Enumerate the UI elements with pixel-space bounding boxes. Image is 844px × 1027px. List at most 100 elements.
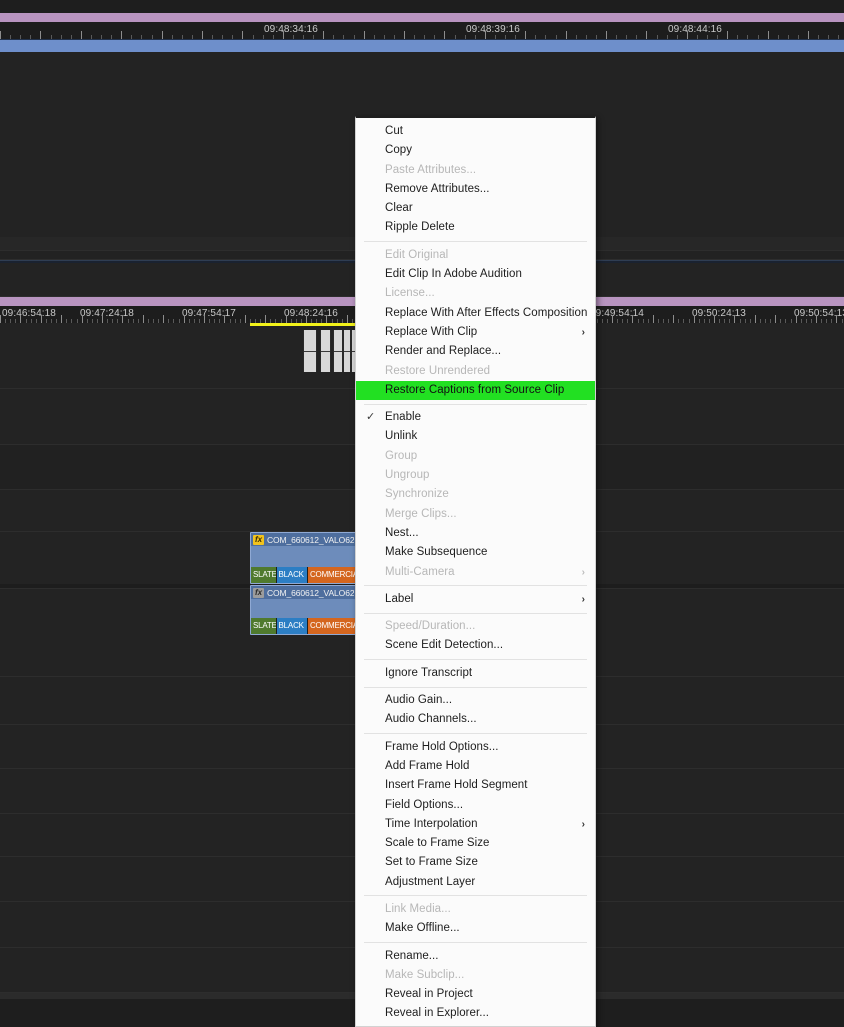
menu-item-label: Ripple Delete <box>385 221 455 234</box>
menu-item-audio-gain[interactable]: Audio Gain... <box>356 691 595 710</box>
menu-item-paste-attributes: Paste Attributes... <box>356 161 595 180</box>
menu-item-clear[interactable]: Clear <box>356 199 595 218</box>
caption-segment-black[interactable]: BLACK <box>276 567 308 583</box>
menu-item-label: Render and Replace... <box>385 345 502 358</box>
timeline-clip-video[interactable]: fx COM_660612_VALO62 SLATE BLACK COMMERC… <box>250 532 360 584</box>
clip-header: fx COM_660612_VALO62 <box>251 533 359 546</box>
menu-item-edit-original: Edit Original <box>356 246 595 265</box>
menu-item-label: Ungroup <box>385 469 430 482</box>
menu-item-restore-captions-from-source-clip[interactable]: Restore Captions from Source Clip <box>356 380 595 401</box>
menu-separator <box>364 612 587 614</box>
submenu-chevron-right-icon: › <box>581 326 585 338</box>
menu-item-unlink[interactable]: Unlink <box>356 427 595 446</box>
menu-item-label: Frame Hold Options... <box>385 740 499 753</box>
submenu-chevron-right-icon: › <box>581 818 585 830</box>
menu-item-copy[interactable]: Copy <box>356 141 595 160</box>
menu-item-audio-channels[interactable]: Audio Channels... <box>356 710 595 729</box>
clip-waveform-area <box>251 599 359 618</box>
menu-item-edit-clip-in-adobe-audition[interactable]: Edit Clip In Adobe Audition <box>356 265 595 284</box>
menu-item-label: Audio Gain... <box>385 694 453 707</box>
timeline-clip-block[interactable] <box>333 330 343 372</box>
caption-track-strip[interactable]: SLATE BLACK COMMERCIAL <box>251 618 359 634</box>
menu-item-time-interpolation[interactable]: Time Interpolation › <box>356 815 595 834</box>
menu-item-label: Clear <box>385 202 413 215</box>
menu-item-render-and-replace[interactable]: Render and Replace... <box>356 342 595 361</box>
menu-separator <box>364 942 587 944</box>
menu-separator <box>364 403 587 405</box>
work-area-bar-top[interactable] <box>0 13 844 22</box>
menu-item-group: Group <box>356 447 595 466</box>
menu-item-label: Speed/Duration... <box>385 620 476 633</box>
menu-item-add-frame-hold[interactable]: Add Frame Hold <box>356 757 595 776</box>
menu-item-frame-hold-options[interactable]: Frame Hold Options... <box>356 738 595 757</box>
menu-item-merge-clips: Merge Clips... <box>356 505 595 524</box>
caption-segment-commercial[interactable]: COMMERCIAL <box>307 618 359 634</box>
menu-item-replace-with-clip[interactable]: Replace With Clip › <box>356 323 595 342</box>
menu-item-reveal-in-explorer[interactable]: Reveal in Explorer... <box>356 1004 595 1023</box>
menu-item-label: Replace With After Effects Composition <box>385 306 588 319</box>
timeline-clip-audio[interactable]: fx COM_660612_VALO62 SLATE BLACK COMMERC… <box>250 585 360 635</box>
menu-item-ignore-transcript[interactable]: Ignore Transcript <box>356 664 595 683</box>
menu-item-scene-edit-detection[interactable]: Scene Edit Detection... <box>356 636 595 655</box>
menu-item-label: Field Options... <box>385 798 464 811</box>
menu-item-enable[interactable]: ✓ Enable <box>356 408 595 427</box>
caption-segment-black[interactable]: BLACK <box>276 618 308 634</box>
menu-item-make-subclip: Make Subclip... <box>356 966 595 985</box>
menu-separator <box>364 733 587 735</box>
menu-item-scale-to-frame-size[interactable]: Scale to Frame Size <box>356 834 595 853</box>
fx-icon[interactable]: fx <box>253 534 264 545</box>
menu-separator <box>364 659 587 661</box>
menu-item-label: Group <box>385 449 418 462</box>
timeline-clip-block[interactable] <box>303 330 317 372</box>
menu-item-label: License... <box>385 287 435 300</box>
menu-item-replace-with-after-effects-composition[interactable]: Replace With After Effects Composition <box>356 304 595 323</box>
menu-item-label: Unlink <box>385 430 418 443</box>
menu-item-label: Rename... <box>385 949 439 962</box>
fx-icon[interactable]: fx <box>253 587 264 598</box>
menu-item-rename[interactable]: Rename... <box>356 947 595 966</box>
menu-item-label: Restore Captions from Source Clip <box>385 383 565 396</box>
menu-item-label: Make Subclip... <box>385 968 465 981</box>
menu-separator <box>364 585 587 587</box>
menu-item-make-subsequence[interactable]: Make Subsequence <box>356 543 595 562</box>
menu-item-license: License... <box>356 284 595 303</box>
menu-item-label[interactable]: Label › <box>356 590 595 609</box>
menu-item-synchronize: Synchronize <box>356 485 595 504</box>
menu-item-nest[interactable]: Nest... <box>356 524 595 543</box>
menu-item-label: Enable <box>385 411 422 424</box>
menu-item-ripple-delete[interactable]: Ripple Delete <box>356 218 595 237</box>
menu-item-label: Reveal in Explorer... <box>385 1007 489 1020</box>
clip-label: COM_660612_VALO62 <box>267 587 355 598</box>
selected-clip-band[interactable] <box>0 39 844 53</box>
menu-item-reveal-in-project[interactable]: Reveal in Project <box>356 985 595 1004</box>
menu-item-insert-frame-hold-segment[interactable]: Insert Frame Hold Segment <box>356 776 595 795</box>
menu-item-set-to-frame-size[interactable]: Set to Frame Size <box>356 853 595 872</box>
clip-label: COM_660612_VALO62 <box>267 534 355 545</box>
menu-item-label: Add Frame Hold <box>385 759 470 772</box>
menu-item-make-offline[interactable]: Make Offline... <box>356 919 595 938</box>
timeline-clip-block[interactable] <box>320 330 331 372</box>
menu-item-label: Edit Clip In Adobe Audition <box>385 268 522 281</box>
timeline-clip-block[interactable] <box>343 330 351 372</box>
menu-item-adjustment-layer[interactable]: Adjustment Layer <box>356 873 595 892</box>
menu-item-label: Label <box>385 592 414 605</box>
menu-item-remove-attributes[interactable]: Remove Attributes... <box>356 180 595 199</box>
caption-segment-commercial[interactable]: COMMERCIAL <box>307 567 359 583</box>
caption-segment-slate[interactable]: SLATE <box>251 567 277 583</box>
menu-item-label: Scene Edit Detection... <box>385 639 504 652</box>
menu-item-label: Cut <box>385 125 404 137</box>
clip-header: fx COM_660612_VALO62 <box>251 586 359 599</box>
submenu-chevron-right-icon: › <box>581 566 585 578</box>
clip-context-menu[interactable]: Cut Copy Paste Attributes... Remove Attribu… <box>355 116 596 1027</box>
menu-item-label: Adjustment Layer <box>385 875 476 888</box>
menu-item-restore-unrendered: Restore Unrendered <box>356 362 595 381</box>
menu-item-cut[interactable]: Cut <box>356 122 595 141</box>
menu-item-speed-duration: Speed/Duration... <box>356 617 595 636</box>
caption-segment-slate[interactable]: SLATE <box>251 618 277 634</box>
checkmark-icon: ✓ <box>366 411 376 424</box>
menu-separator <box>364 241 587 243</box>
caption-track-strip[interactable]: SLATE BLACK COMMERCIAL <box>251 567 359 583</box>
timecode-ruler-top[interactable]: 09:48:34:1609:48:39:1609:48:44:1609:48:4… <box>0 22 844 39</box>
menu-item-label: Audio Channels... <box>385 713 477 726</box>
menu-item-field-options[interactable]: Field Options... <box>356 796 595 815</box>
